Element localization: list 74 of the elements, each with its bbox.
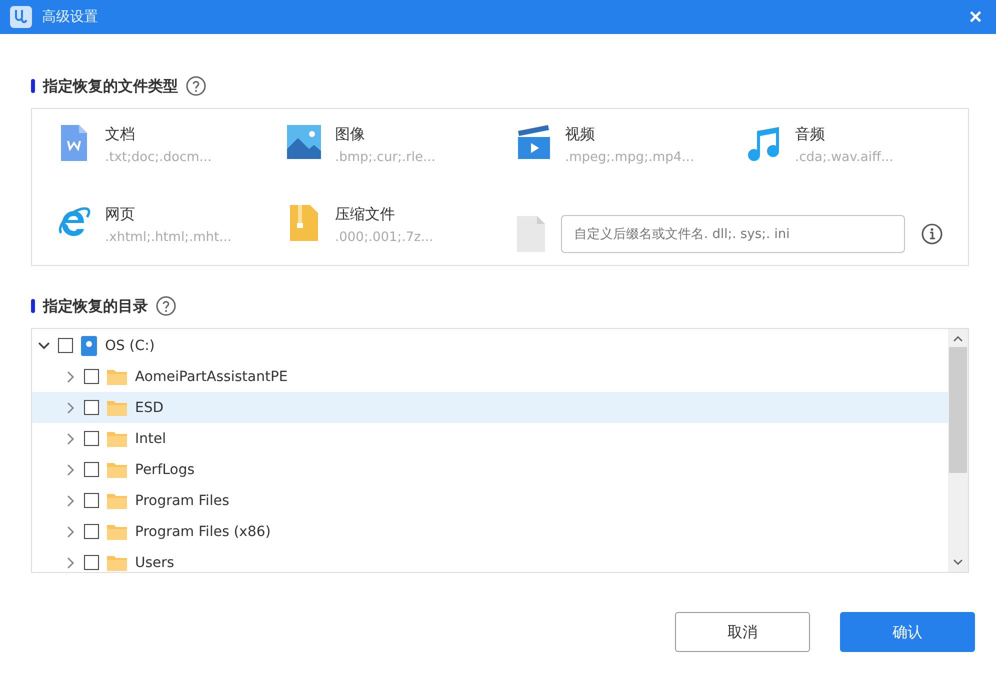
tree-label: Program Files (x86): [135, 524, 271, 540]
tree-label: Intel: [135, 430, 166, 446]
file-type-option[interactable]: 图像 .bmp;.cur;.rle...: [287, 121, 517, 201]
file-type-name: 音频: [795, 125, 826, 144]
blank-file-icon: [517, 216, 545, 252]
file-type-extensions: .txt;doc;.docm...: [105, 150, 212, 165]
file-type-option[interactable]: 视频 .mpeg;.mpg;.mp4...: [517, 121, 747, 201]
tree-row[interactable]: OS (C:): [32, 330, 948, 361]
file-type-extensions: .cda;.wav.aiff...: [795, 150, 894, 165]
tree-row[interactable]: Intel: [32, 423, 948, 454]
folder-icon: [107, 524, 127, 540]
scroll-up-icon[interactable]: [953, 335, 963, 343]
tree-row[interactable]: ESD: [32, 392, 948, 423]
tree-row[interactable]: AomeiPartAssistantPE: [32, 361, 948, 392]
cancel-button[interactable]: 取消: [675, 612, 810, 652]
help-icon[interactable]: [186, 76, 206, 96]
tree-label: Program Files: [135, 492, 230, 508]
checkbox[interactable]: [84, 555, 99, 570]
drive-icon: [81, 336, 97, 356]
file-type-extensions: .mpeg;.mpg;.mp4...: [565, 150, 694, 165]
info-icon[interactable]: [921, 223, 943, 245]
section-heading: 指定恢复的目录: [43, 296, 148, 316]
browser-icon: [57, 205, 91, 239]
checkbox[interactable]: [84, 431, 99, 446]
file-type-extensions: .000;.001;.7z...: [335, 230, 434, 245]
scrollbar-thumb[interactable]: [949, 347, 967, 473]
file-type-option[interactable]: 文档 .txt;doc;.docm...: [57, 121, 287, 201]
tree-label: ESD: [135, 400, 164, 416]
checkbox[interactable]: [84, 400, 99, 415]
checkbox[interactable]: [84, 524, 99, 539]
tree-row[interactable]: Program Files (x86): [32, 516, 948, 547]
section-marker: [31, 299, 35, 313]
file-type-option[interactable]: 网页 .xhtml;.html;.mht...: [57, 201, 287, 271]
folder-icon: [107, 368, 127, 384]
folder-icon: [107, 462, 127, 478]
tree-label: AomeiPartAssistantPE: [135, 368, 288, 384]
file-type-name: 文档: [105, 125, 136, 144]
file-type-extensions: .xhtml;.html;.mht...: [105, 230, 232, 245]
scroll-down-icon[interactable]: [953, 558, 963, 566]
document-icon: [61, 125, 87, 161]
section-marker: [31, 79, 35, 93]
file-type-name: 压缩文件: [335, 205, 396, 224]
archive-icon: [290, 205, 318, 241]
help-icon[interactable]: [156, 296, 176, 316]
checkbox[interactable]: [84, 493, 99, 508]
file-type-extensions: .bmp;.cur;.rle...: [335, 150, 436, 165]
tree-label: OS (C:): [105, 338, 155, 354]
window-title: 高级设置: [42, 8, 99, 26]
checkbox[interactable]: [84, 462, 99, 477]
folder-icon: [107, 430, 127, 446]
tree-label: Users: [135, 554, 174, 570]
tree-label: PerfLogs: [135, 462, 195, 478]
confirm-button[interactable]: 确认: [840, 612, 975, 652]
file-type-option[interactable]: 音频 .cda;.wav.aiff...: [747, 121, 977, 201]
video-icon: [517, 125, 551, 159]
app-logo-icon: [10, 6, 32, 28]
file-type-option[interactable]: 压缩文件 .000;.001;.7z...: [287, 201, 517, 271]
scrollbar[interactable]: [948, 329, 968, 572]
custom-extension-field[interactable]: 自定义后缀名或文件名. dll;. sys;. ini: [561, 215, 905, 253]
folder-icon: [107, 492, 127, 508]
close-button[interactable]: ×: [965, 4, 986, 30]
file-type-name: 图像: [335, 125, 366, 144]
folder-icon: [107, 400, 127, 416]
tree-row[interactable]: PerfLogs: [32, 454, 948, 485]
file-type-name: 网页: [105, 205, 136, 224]
checkbox[interactable]: [84, 369, 99, 384]
folder-icon: [107, 554, 127, 570]
image-icon: [287, 125, 321, 159]
file-type-name: 视频: [565, 125, 596, 144]
music-note-icon: [747, 125, 781, 161]
section-heading: 指定恢复的文件类型: [43, 76, 178, 96]
checkbox[interactable]: [58, 338, 73, 353]
tree-row[interactable]: Users: [32, 547, 948, 578]
tree-row[interactable]: Program Files: [32, 485, 948, 516]
